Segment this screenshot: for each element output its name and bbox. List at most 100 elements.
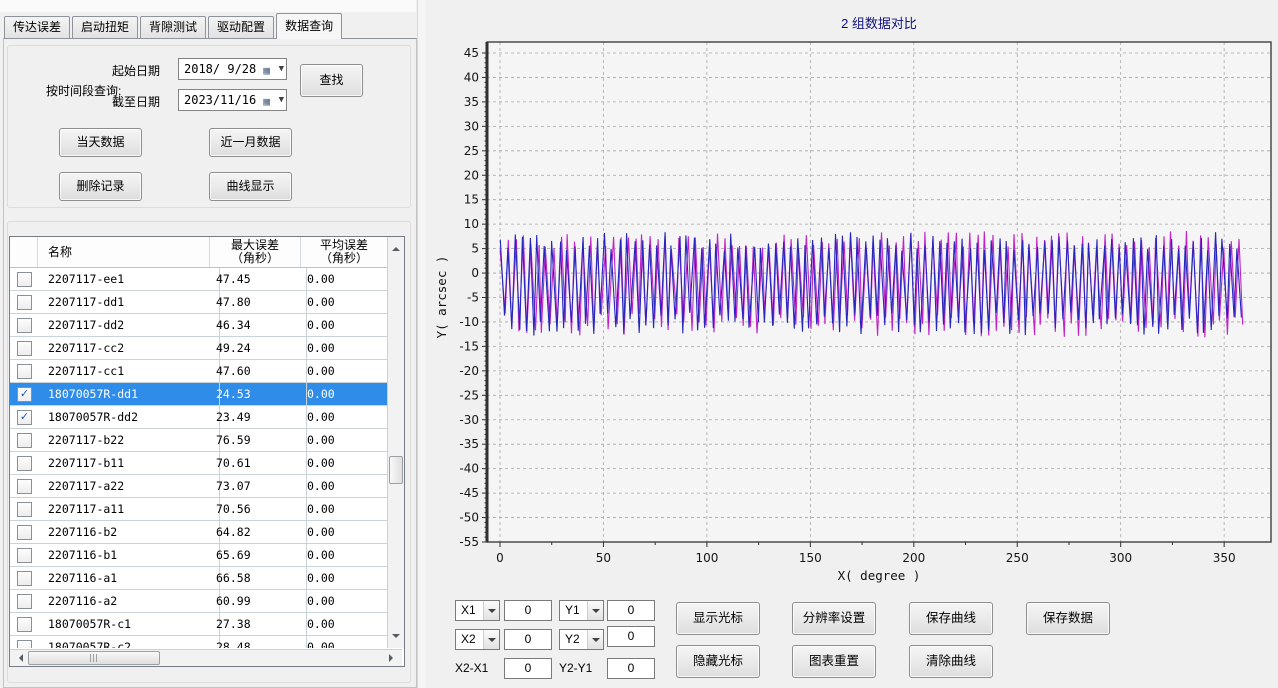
table-row[interactable]: 2207117-b2276.590.00 <box>10 429 387 452</box>
checkbox-checked-icon[interactable]: ✓ <box>17 387 32 402</box>
cell-avg: 0.00 <box>301 429 387 451</box>
checkbox-checked-icon[interactable]: ✓ <box>17 410 32 425</box>
checkbox-icon[interactable] <box>17 548 32 563</box>
checkbox-icon[interactable] <box>17 617 32 632</box>
table-row[interactable]: 2207117-cc249.240.00 <box>10 337 387 360</box>
save-curve-button[interactable]: 保存曲线 <box>909 602 993 635</box>
y-tick-label: -45 <box>459 486 479 500</box>
table-row[interactable]: ✓18070057R-dd223.490.00 <box>10 406 387 429</box>
save-data-button[interactable]: 保存数据 <box>1026 602 1110 635</box>
table-row[interactable]: 18070057R-c228.480.00 <box>10 636 387 648</box>
chart-reset-button[interactable]: 图表重置 <box>792 645 876 678</box>
dx-value-field[interactable]: 0 <box>504 658 552 679</box>
y-tick-label: -15 <box>459 339 479 353</box>
checkbox-icon[interactable] <box>17 594 32 609</box>
cell-name: 18070057R-c2 <box>38 636 220 648</box>
y-tick-label: 5 <box>471 242 479 256</box>
start-date-picker[interactable]: 2018/ 9/28 ▦ ▼ <box>178 58 287 80</box>
y1-cursor-select[interactable]: Y1 <box>559 600 604 621</box>
tab-2[interactable]: 启动扭矩 <box>72 16 138 38</box>
horizontal-scroll-thumb[interactable] <box>28 651 160 665</box>
search-button[interactable]: 查找 <box>300 64 363 97</box>
hide-cursor-button[interactable]: 隐藏光标 <box>676 645 760 678</box>
checkbox-icon[interactable] <box>17 525 32 540</box>
y2-cursor-select[interactable]: Y2 <box>559 629 604 650</box>
calendar-icon[interactable]: ▦ <box>263 61 270 81</box>
y-tick-label: -20 <box>459 364 479 378</box>
dy-value-field[interactable]: 0 <box>607 658 655 679</box>
y-tick-label: 40 <box>464 70 479 84</box>
table-row[interactable]: 2207117-ee147.450.00 <box>10 268 387 291</box>
cell-max: 76.59 <box>210 429 307 451</box>
scroll-right-icon[interactable] <box>389 654 397 662</box>
x2-value-field[interactable]: 0 <box>504 629 552 650</box>
table-row[interactable]: 2207117-cc147.600.00 <box>10 360 387 383</box>
table-row[interactable]: 2207116-b165.690.00 <box>10 544 387 567</box>
chevron-down-icon[interactable] <box>483 630 499 649</box>
resolution-settings-button[interactable]: 分辨率设置 <box>792 602 876 635</box>
x-tick-label: 0 <box>496 551 504 565</box>
y-tick-label: 15 <box>464 193 479 207</box>
y1-value-field[interactable]: 0 <box>607 600 655 621</box>
scroll-left-icon[interactable] <box>15 654 23 662</box>
calendar-icon[interactable]: ▦ <box>263 92 270 112</box>
tab-5[interactable]: 数据查询 <box>276 13 342 39</box>
chevron-down-icon[interactable]: ▼ <box>279 90 284 110</box>
x1-cursor-select[interactable]: X1 <box>455 600 500 621</box>
chevron-down-icon[interactable] <box>587 630 603 649</box>
delete-record-button[interactable]: 删除记录 <box>59 172 142 201</box>
table-row[interactable]: 2207116-a166.580.00 <box>10 567 387 590</box>
checkbox-icon[interactable] <box>17 341 32 356</box>
checkbox-icon[interactable] <box>17 571 32 586</box>
y2-value-field[interactable]: 0 <box>607 626 655 647</box>
today-data-button[interactable]: 当天数据 <box>59 128 142 157</box>
checkbox-icon[interactable] <box>17 640 32 648</box>
tab-4[interactable]: 驱动配置 <box>208 16 274 38</box>
x2-cursor-select[interactable]: X2 <box>455 629 500 650</box>
table-row[interactable]: 2207117-a1170.560.00 <box>10 498 387 521</box>
chevron-down-icon[interactable] <box>483 601 499 620</box>
checkbox-icon[interactable] <box>17 295 32 310</box>
y-tick-label: -55 <box>459 535 479 549</box>
checkbox-icon[interactable] <box>17 272 32 287</box>
table-row[interactable]: ✓18070057R-dd124.530.00 <box>10 383 387 406</box>
cell-avg: 0.00 <box>301 613 387 635</box>
checkbox-icon[interactable] <box>17 502 32 517</box>
checkbox-icon[interactable] <box>17 318 32 333</box>
y-tick-label: 25 <box>464 144 479 158</box>
end-date-picker[interactable]: 2023/11/16 ▦ ▼ <box>178 89 287 111</box>
clear-curve-button[interactable]: 清除曲线 <box>909 645 993 678</box>
table-row[interactable]: 2207117-b1170.610.00 <box>10 452 387 475</box>
table-row[interactable]: 2207117-dd147.800.00 <box>10 291 387 314</box>
cell-max: 66.58 <box>210 567 307 589</box>
tab-1[interactable]: 传达误差 <box>4 16 70 38</box>
checkbox-icon[interactable] <box>17 364 32 379</box>
table-vertical-scrollbar[interactable] <box>387 237 404 648</box>
checkbox-icon[interactable] <box>17 456 32 471</box>
curve-display-button[interactable]: 曲线显示 <box>209 172 292 201</box>
show-cursor-button[interactable]: 显示光标 <box>676 602 760 635</box>
scroll-up-icon[interactable] <box>392 243 400 251</box>
scroll-down-icon[interactable] <box>392 634 400 642</box>
header-avg-error[interactable]: 平均误差（角秒） <box>301 237 387 267</box>
last-month-data-button[interactable]: 近一月数据 <box>209 128 292 157</box>
y-tick-label: -5 <box>467 291 479 305</box>
table-row[interactable]: 2207117-dd246.340.00 <box>10 314 387 337</box>
chevron-down-icon[interactable] <box>587 601 603 620</box>
cell-name: 2207117-ee1 <box>38 268 220 290</box>
tab-3[interactable]: 背隙测试 <box>140 16 206 38</box>
top-strip <box>0 0 416 12</box>
chart-title: 2 组数据对比 <box>487 13 1271 32</box>
vertical-scroll-thumb[interactable] <box>389 456 403 484</box>
checkbox-icon[interactable] <box>17 479 32 494</box>
table-row[interactable]: 2207117-a2273.070.00 <box>10 475 387 498</box>
x1-value-field[interactable]: 0 <box>504 600 552 621</box>
table-row[interactable]: 2207116-a260.990.00 <box>10 590 387 613</box>
checkbox-icon[interactable] <box>17 433 32 448</box>
table-row[interactable]: 2207116-b264.820.00 <box>10 521 387 544</box>
header-max-error[interactable]: 最大误差（角秒） <box>210 237 301 267</box>
chevron-down-icon[interactable]: ▼ <box>279 59 284 79</box>
header-name[interactable]: 名称 <box>38 237 210 267</box>
table-horizontal-scrollbar[interactable] <box>10 649 402 666</box>
table-row[interactable]: 18070057R-c127.380.00 <box>10 613 387 636</box>
